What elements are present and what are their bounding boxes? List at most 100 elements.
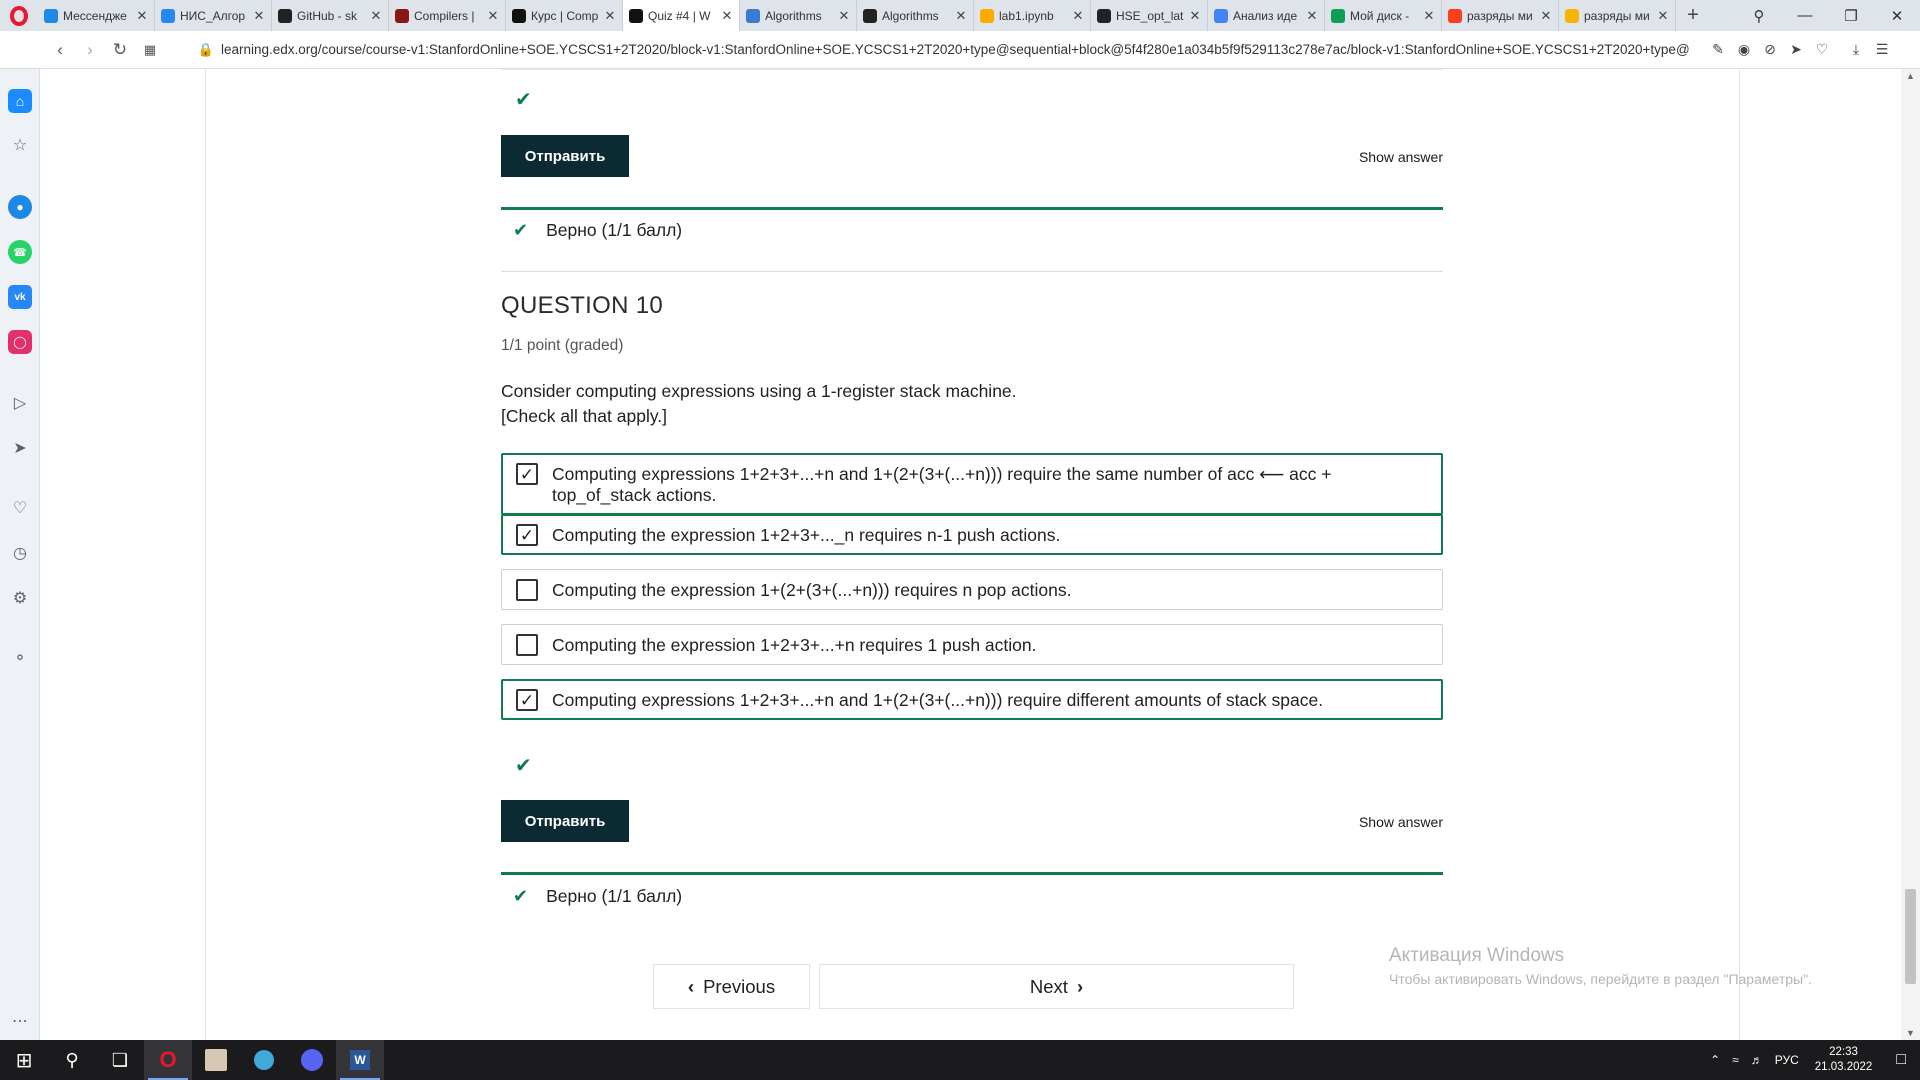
browser-tab[interactable]: Курс | Comp ✕ <box>506 0 623 31</box>
close-tab-icon[interactable]: ✕ <box>487 8 499 24</box>
checkbox-checked[interactable]: ✓ <box>516 689 538 711</box>
game-taskbar-icon[interactable] <box>240 1040 288 1080</box>
chevron-up-icon[interactable]: ⌃ <box>1704 1053 1726 1067</box>
browser-tab[interactable]: lab1.ipynb ✕ <box>974 0 1091 31</box>
close-tab-icon[interactable]: ✕ <box>1189 8 1201 24</box>
browser-tab[interactable]: Algorithms ✕ <box>857 0 974 31</box>
close-window-button[interactable]: ✕ <box>1874 7 1920 25</box>
vk-icon <box>161 8 175 23</box>
scroll-down-icon[interactable]: ▼ <box>1901 1028 1920 1038</box>
close-tab-icon[interactable]: ✕ <box>1306 8 1318 24</box>
answer-option-3[interactable]: Computing the expression 1+(2+(3+(...+n)… <box>501 569 1443 610</box>
messenger-icon[interactable]: ● <box>8 195 32 219</box>
adblock-icon[interactable]: ⊘ <box>1757 41 1783 58</box>
search-icon[interactable]: ⚲ <box>48 1040 96 1080</box>
checkbox-unchecked[interactable] <box>516 579 538 601</box>
task-view-icon[interactable]: ❏ <box>96 1040 144 1080</box>
browser-tab[interactable]: Мой диск - ✕ <box>1325 0 1442 31</box>
clock[interactable]: 22:33 21.03.2022 <box>1805 1045 1883 1075</box>
close-tab-icon[interactable]: ✕ <box>1423 8 1435 24</box>
start-button[interactable]: ⊞ <box>0 1040 48 1080</box>
browser-tab[interactable]: Мессендже ✕ <box>38 0 155 31</box>
close-tab-icon[interactable]: ✕ <box>1540 8 1552 24</box>
windows-activation-watermark: Активация Windows Чтобы активировать Win… <box>1389 945 1812 987</box>
notifications-icon[interactable]: □ <box>1882 1051 1920 1069</box>
heart-icon[interactable]: ♡ <box>1809 41 1835 58</box>
app-taskbar-icon[interactable] <box>192 1040 240 1080</box>
send-icon[interactable]: ➤ <box>1783 41 1809 58</box>
browser-tab[interactable]: Анализ иде ✕ <box>1208 0 1325 31</box>
send-icon[interactable]: ➤ <box>8 436 32 460</box>
close-tab-icon[interactable]: ✕ <box>955 8 967 24</box>
show-answer-button-q9[interactable]: Show answer <box>1359 149 1443 165</box>
option-bottom-edge <box>501 69 1443 70</box>
close-tab-icon[interactable]: ✕ <box>604 8 616 24</box>
wifi-icon[interactable]: ≈ <box>1726 1053 1745 1067</box>
browser-tab[interactable]: НИС_Алгор ✕ <box>155 0 272 31</box>
vk-icon[interactable]: vk <box>8 285 32 309</box>
whatsapp-icon[interactable]: ☎ <box>8 240 32 264</box>
speed-dial-icon[interactable]: ▦ <box>135 42 165 58</box>
minimize-button[interactable]: — <box>1782 7 1828 24</box>
reload-button[interactable]: ↻ <box>105 40 135 60</box>
word-taskbar-icon[interactable]: W <box>336 1040 384 1080</box>
browser-tab[interactable]: Compilers | ✕ <box>389 0 506 31</box>
browser-tab[interactable]: разряды ми ✕ <box>1559 0 1676 31</box>
next-button[interactable]: Next › <box>819 964 1294 1009</box>
browser-tab[interactable]: разряды ми ✕ <box>1442 0 1559 31</box>
lock-icon[interactable]: 🔒 <box>195 42 217 58</box>
submit-button[interactable]: Отправить <box>501 800 629 842</box>
close-tab-icon[interactable]: ✕ <box>1657 8 1669 24</box>
bookmarks-icon[interactable]: ☆ <box>8 133 32 157</box>
settings-icon[interactable]: ⚙ <box>8 586 32 610</box>
close-tab-icon[interactable]: ✕ <box>253 8 265 24</box>
tab-search-icon[interactable]: ⚲ <box>1736 7 1782 25</box>
player-icon[interactable]: ▷ <box>8 391 32 415</box>
close-tab-icon[interactable]: ✕ <box>1072 8 1084 24</box>
instagram-icon[interactable]: ◯ <box>8 330 32 354</box>
page-scrollbar[interactable]: ▲ ▼ <box>1901 69 1920 1040</box>
discord-taskbar-icon[interactable] <box>288 1040 336 1080</box>
camera-icon[interactable]: ◉ <box>1731 41 1757 58</box>
language-indicator[interactable]: РУС <box>1769 1053 1805 1067</box>
opera-menu-icon[interactable] <box>0 0 38 31</box>
volume-icon[interactable]: ♬ <box>1745 1053 1769 1067</box>
close-tab-icon[interactable]: ✕ <box>721 8 733 24</box>
url-field[interactable]: learning.edx.org/course/course-v1:Stanfo… <box>221 42 1701 57</box>
browser-tab[interactable]: Algorithms ✕ <box>740 0 857 31</box>
easy-setup-icon[interactable]: ☰ <box>1869 41 1895 58</box>
previous-button[interactable]: ‹ Previous <box>653 964 810 1009</box>
home-icon[interactable]: ⌂ <box>8 89 32 113</box>
scroll-up-icon[interactable]: ▲ <box>1901 71 1920 81</box>
opera-taskbar-icon[interactable]: O <box>144 1040 192 1080</box>
close-tab-icon[interactable]: ✕ <box>136 8 148 24</box>
answer-option-4[interactable]: Computing the expression 1+2+3+...+n req… <box>501 624 1443 665</box>
yandex-icon <box>1448 8 1462 23</box>
browser-tab[interactable]: GitHub - sk ✕ <box>272 0 389 31</box>
new-tab-button[interactable]: + <box>1676 0 1710 31</box>
checkbox-checked[interactable]: ✓ <box>516 463 538 485</box>
answer-option-2[interactable]: ✓ Computing the expression 1+2+3+..._n re… <box>501 514 1443 555</box>
close-tab-icon[interactable]: ✕ <box>370 8 382 24</box>
answer-option-5[interactable]: ✓ Computing expressions 1+2+3+...+n and 1… <box>501 679 1443 720</box>
checkbox-unchecked[interactable] <box>516 634 538 656</box>
answer-option-1[interactable]: ✓ Computing expressions 1+2+3+...+n and 1… <box>501 453 1443 515</box>
heart-icon[interactable]: ♡ <box>8 496 32 520</box>
tips-icon[interactable]: ⚬ <box>8 646 32 670</box>
back-button[interactable]: ‹ <box>45 40 75 60</box>
submit-button-q9[interactable]: Отправить <box>501 135 629 177</box>
show-answer-button[interactable]: Show answer <box>1359 814 1443 830</box>
close-tab-icon[interactable]: ✕ <box>838 8 850 24</box>
scroll-thumb[interactable] <box>1905 889 1916 984</box>
checkbox-checked[interactable]: ✓ <box>516 524 538 546</box>
restore-button[interactable]: ❐ <box>1828 7 1874 25</box>
browser-tab[interactable]: HSE_opt_lat ✕ <box>1091 0 1208 31</box>
download-icon[interactable]: ⤓ <box>1843 41 1869 58</box>
more-icon[interactable]: ⋯ <box>8 1009 32 1033</box>
question-title: QUESTION 10 <box>501 292 664 319</box>
history-icon[interactable]: ◷ <box>8 541 32 565</box>
edit-icon[interactable]: ✎ <box>1705 41 1731 58</box>
browser-tab[interactable]: Quiz #4 | W ✕ <box>623 0 740 31</box>
chrome-icon <box>1214 8 1228 23</box>
forward-button[interactable]: › <box>75 40 105 60</box>
